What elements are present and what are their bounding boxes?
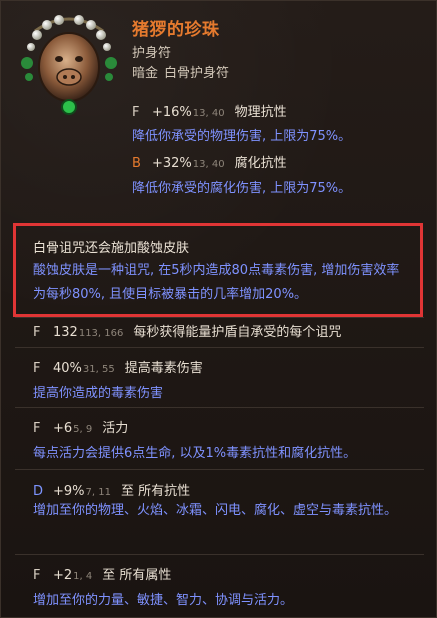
affix-range: 1, 4 <box>73 571 93 582</box>
stat-name: 物理抗性 <box>234 105 287 120</box>
affix-value: +2 <box>53 568 73 583</box>
rarity-tag: 暗金 <box>132 66 159 81</box>
affix-description: 增加至你的物理、火焰、冰霜、闪电、腐化、虚空与毒素抗性。 <box>33 503 398 518</box>
affix-value: +9% <box>53 484 85 499</box>
affix-description: 增加至你的力量、敏捷、智力、协调与活力。 <box>33 593 294 608</box>
unique-effect-description: 酸蚀皮肤是一种诅咒, 在5秒内造成80点毒素伤害, 增加伤害效率为每秒80%, … <box>33 263 400 302</box>
affix-line: F 40%31, 55 提高毒素伤害 <box>33 357 203 376</box>
affix-name: 至 所有抗性 <box>120 484 191 499</box>
divider <box>15 469 424 470</box>
item-tags: 暗金 白骨护身符 <box>132 62 235 81</box>
affix-description: 每点活力会提供6点生命, 以及1%毒素抗性和腐化抗性。 <box>33 446 357 461</box>
item-title: 猪猡的珍珠 <box>132 20 220 40</box>
affix-name: 提高毒素伤害 <box>124 361 203 376</box>
affix-value: 132 <box>53 325 78 340</box>
affix-value: 40% <box>53 361 82 376</box>
item-tooltip: 猪猡的珍珠 护身符 暗金 白骨护身符 F +16%13, 40 物理抗性 降低你承受的… <box>0 0 437 618</box>
divider <box>15 554 424 555</box>
affix-name: 活力 <box>102 421 129 436</box>
affix-value: +6 <box>53 421 73 436</box>
stat-range: 13, 40 <box>192 108 225 119</box>
stat-value: +16% <box>152 105 192 120</box>
divider <box>15 407 424 408</box>
affix-description: 提高你造成的毒素伤害 <box>33 386 164 401</box>
stat-line: F +16%13, 40 物理抗性 <box>132 101 287 120</box>
affix-range: 113, 166 <box>78 328 124 339</box>
affix-range: 5, 9 <box>73 424 93 435</box>
tier-letter: F <box>33 568 41 583</box>
stat-line: B +32%13, 40 腐化抗性 <box>132 152 287 171</box>
base-type-tag: 白骨护身符 <box>164 66 230 81</box>
tier-letter: B <box>132 156 141 171</box>
tier-letter: F <box>33 421 41 436</box>
unique-effect-title: 白骨诅咒还会施加酸蚀皮肤 <box>33 241 190 256</box>
amulet-icon <box>21 15 117 115</box>
affix-line: F +65, 9 活力 <box>33 417 128 436</box>
affix-line: F 132113, 166 每秒获得能量护盾自承受的每个诅咒 <box>33 321 341 340</box>
affix-name: 至 所有属性 <box>102 568 172 583</box>
divider <box>15 347 424 348</box>
affix-range: 7, 11 <box>85 487 111 498</box>
divider <box>15 317 424 318</box>
affix-line: D +9%7, 11 至 所有抗性 <box>33 480 190 499</box>
item-type: 护身符 <box>132 46 172 61</box>
stat-range: 13, 40 <box>192 159 225 170</box>
tier-letter: F <box>132 105 140 120</box>
tier-letter: F <box>33 325 41 340</box>
tier-letter: F <box>33 361 41 376</box>
affix-range: 31, 55 <box>82 364 115 375</box>
stat-value: +32% <box>152 156 192 171</box>
stat-description: 降低你承受的物理伤害, 上限为75%。 <box>132 129 352 144</box>
stat-description: 降低你承受的腐化伤害, 上限为75%。 <box>132 181 352 196</box>
affix-name: 每秒获得能量护盾自承受的每个诅咒 <box>133 325 342 340</box>
stat-name: 腐化抗性 <box>234 156 287 171</box>
tier-letter: D <box>33 484 44 499</box>
affix-line: F +21, 4 至 所有属性 <box>33 564 171 583</box>
